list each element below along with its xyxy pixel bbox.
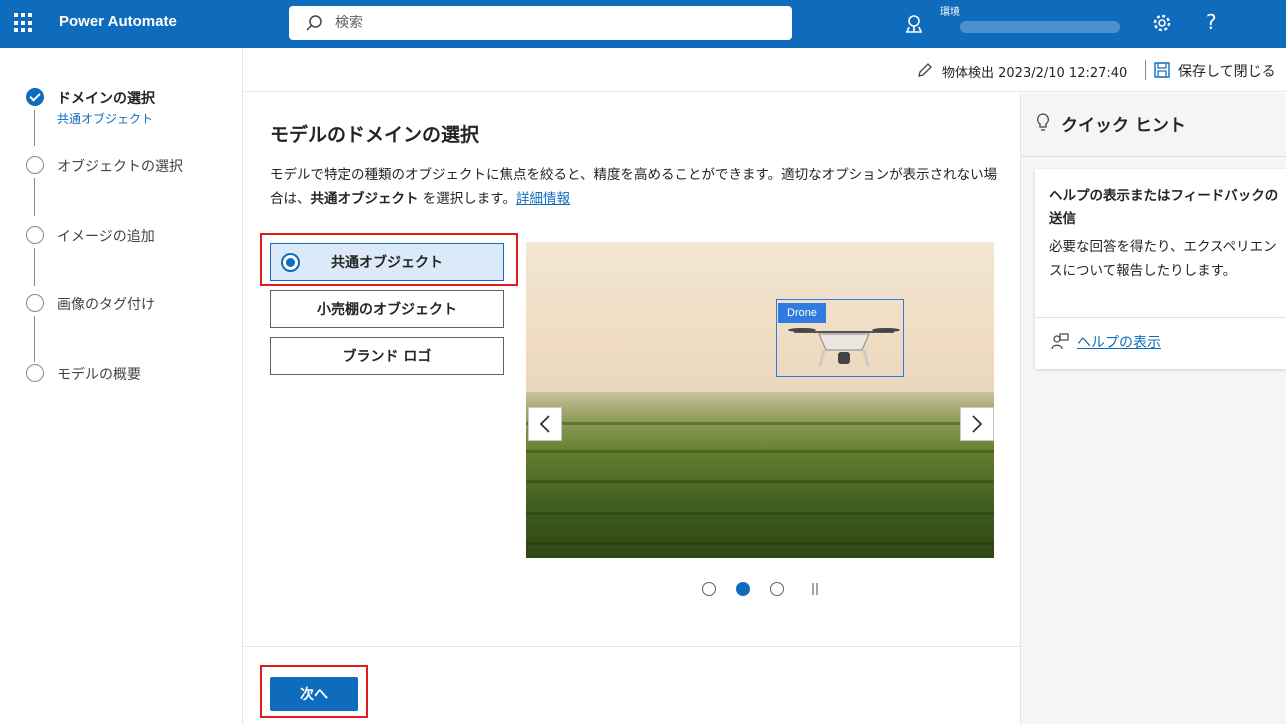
save-and-close-button[interactable]: 保存して閉じる (1178, 61, 1276, 81)
pause-icon[interactable] (810, 583, 820, 595)
chevron-right-icon (972, 415, 983, 433)
option-retail-shelf[interactable]: 小売棚のオブジェクト (270, 290, 504, 328)
step-sublabel: 共通オブジェクト (57, 112, 154, 126)
image-sky (526, 242, 994, 412)
divider (1035, 317, 1286, 318)
option-label: ブランド ロゴ (342, 349, 432, 365)
step-connector (34, 178, 35, 216)
step-circle-icon (26, 156, 44, 174)
footer: 次へ (244, 646, 1020, 724)
wizard-steps: ドメインの選択 共通オブジェクト オブジェクトの選択 イメージの追加 画像のタグ… (0, 48, 243, 724)
learn-more-link[interactable]: 詳細情報 (516, 191, 570, 207)
step-label: モデルの概要 (57, 367, 141, 383)
environment-label: 環境 (940, 7, 960, 18)
search-icon (306, 15, 322, 31)
highlight-box (260, 665, 368, 718)
step-circle-icon (26, 226, 44, 244)
description: モデルで特定の種類のオブジェクトに焦点を絞ると、精度を高めることができます。適切… (270, 163, 1000, 211)
carousel-next-button[interactable] (960, 407, 994, 441)
highlight-box (260, 233, 518, 286)
description-bold: 共通オブジェクト (310, 191, 419, 207)
environment-name-redacted[interactable] (960, 21, 1120, 33)
help-icon[interactable]: ? (1206, 10, 1217, 34)
carousel-dot-2[interactable] (736, 582, 750, 596)
carousel-pagination (702, 582, 832, 596)
app-title[interactable]: Power Automate (59, 13, 177, 30)
step-label: オブジェクトの選択 (57, 159, 183, 175)
divider (1145, 60, 1146, 80)
step-connector (34, 110, 35, 146)
description-text-end: を選択します。 (418, 191, 516, 207)
step-circle-icon (26, 364, 44, 382)
environment-icon[interactable] (903, 13, 925, 35)
option-brand-logo[interactable]: ブランド ロゴ (270, 337, 504, 375)
step-label: ドメインの選択 (57, 91, 155, 107)
step-connector (34, 316, 35, 362)
image-field (526, 392, 994, 558)
main-content: モデルのドメインの選択 モデルで特定の種類のオブジェクトに焦点を絞ると、精度を高… (244, 93, 1020, 646)
tips-title: クイック ヒント (1061, 116, 1186, 136)
step-label: イメージの追加 (57, 229, 155, 245)
model-name-label[interactable]: 物体検出 2023/2/10 12:27:40 (942, 62, 1127, 81)
detection-tag: Drone (778, 303, 826, 323)
gear-icon[interactable] (1151, 12, 1173, 34)
person-feedback-icon (1051, 333, 1069, 350)
pencil-icon[interactable] (916, 61, 934, 79)
command-bar: 物体検出 2023/2/10 12:27:40 保存して閉じる (244, 48, 1286, 92)
lightbulb-icon (1037, 113, 1049, 131)
tips-header: クイック ヒント (1021, 93, 1286, 157)
page-title: モデルのドメインの選択 (270, 124, 480, 146)
carousel-prev-button[interactable] (528, 407, 562, 441)
step-connector (34, 248, 35, 286)
top-bar: Power Automate 環境 ? (0, 0, 1286, 48)
carousel-dot-3[interactable] (770, 582, 784, 596)
option-label: 小売棚のオブジェクト (317, 302, 457, 318)
chevron-left-icon (539, 415, 550, 433)
app-launcher-icon[interactable] (14, 13, 34, 33)
search-box[interactable] (289, 6, 792, 40)
card-title: ヘルプの表示またはフィードバックの送信 (1049, 188, 1279, 227)
example-image-carousel: Drone (526, 242, 994, 558)
show-help-link[interactable]: ヘルプの表示 (1077, 332, 1161, 352)
step-check-icon (26, 88, 44, 106)
carousel-dot-1[interactable] (702, 582, 716, 596)
search-input[interactable] (335, 6, 775, 40)
save-icon[interactable] (1153, 61, 1171, 79)
step-circle-icon (26, 294, 44, 312)
card-body: 必要な回答を得たり、エクスペリエンスについて報告したりします。 (1049, 239, 1277, 279)
step-label: 画像のタグ付け (57, 297, 155, 313)
quick-tips-pane: クイック ヒント ヘルプの表示またはフィードバックの送信 必要な回答を得たり、エ… (1020, 93, 1286, 724)
help-card: ヘルプの表示またはフィードバックの送信 必要な回答を得たり、エクスペリエンスにつ… (1035, 169, 1286, 369)
